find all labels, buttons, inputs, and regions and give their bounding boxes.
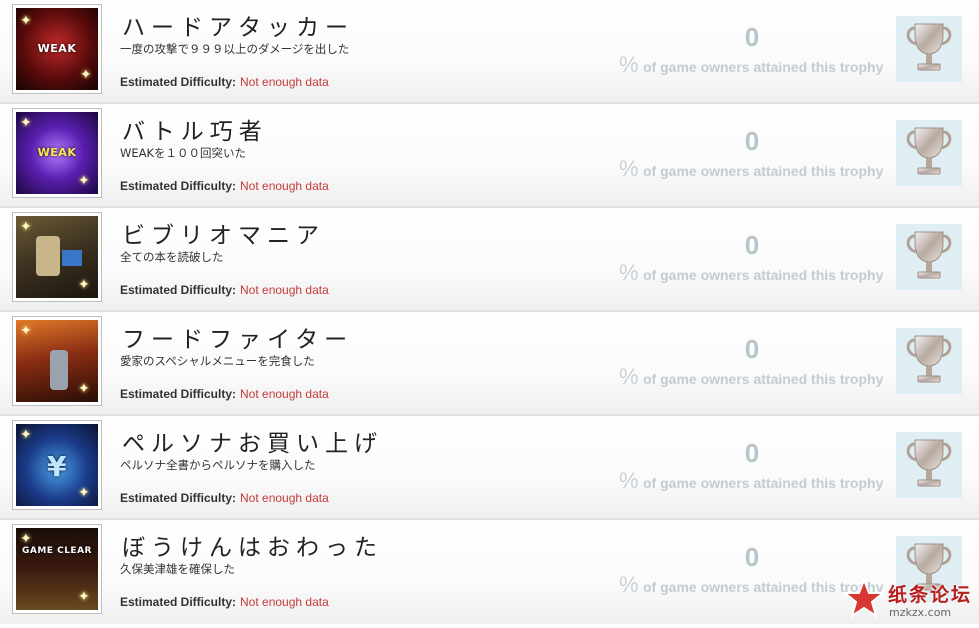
sparkle-icon: ✦ (78, 173, 90, 189)
trophy-description: ペルソナ全書からペルソナを購入した (120, 458, 316, 472)
sparkle-icon: ✦ (20, 219, 32, 235)
trophy-thumbnail: ✦ ✦ (12, 316, 102, 406)
estimated-difficulty: Estimated Difficulty: Not enough data (120, 283, 329, 297)
thumbnail-badge-text: GAME CLEAR (22, 546, 92, 556)
percent-sign: % (619, 572, 639, 597)
percent-sign: % (619, 364, 639, 389)
sparkle-icon: ✦ (20, 115, 32, 131)
sparkle-icon: ✦ (78, 277, 90, 293)
percent-sign: % (619, 156, 639, 181)
percent-text: of game owners attained this trophy (643, 267, 884, 283)
percent-text: of game owners attained this trophy (643, 371, 884, 387)
percent-sign: % (619, 468, 639, 493)
sparkle-icon: ✦ (20, 323, 32, 339)
percent-value: 0 (744, 126, 760, 156)
difficulty-value: Not enough data (240, 283, 329, 297)
sparkle-icon: ✦ (78, 381, 90, 397)
sparkle-icon: ✦ (20, 427, 32, 443)
watermark-text: 纸条论坛 (888, 584, 973, 606)
percent-sign: % (619, 52, 639, 77)
difficulty-value: Not enough data (240, 595, 329, 609)
estimated-difficulty: Estimated Difficulty: Not enough data (120, 75, 329, 89)
silver-trophy-icon (896, 432, 962, 498)
trophy-description: WEAKを１００回突いた (120, 146, 247, 160)
difficulty-label: Estimated Difficulty: (120, 179, 237, 193)
thumbnail-badge-text: ¥ (47, 450, 67, 483)
sparkle-icon: ✦ (20, 13, 32, 29)
trophy-row: WEAK ✦ ✦ ハードアタッカー 一度の攻撃で９９９以上のダメージを出した E… (0, 0, 979, 104)
trophy-description: 一度の攻撃で９９９以上のダメージを出した (120, 42, 350, 56)
percent-text: of game owners attained this trophy (643, 163, 884, 179)
silver-trophy-icon (896, 120, 962, 186)
trophy-row: ✦ ✦ フードファイター 愛家のスペシャルメニューを完食した Estimated… (0, 312, 979, 416)
trophy-thumbnail: ¥ ✦ ✦ (12, 420, 102, 510)
thumbnail-badge-text: WEAK (37, 42, 77, 55)
percent-value: 0 (744, 334, 760, 364)
trophy-thumbnail: GAME CLEAR ✦ ✦ (12, 524, 102, 614)
trophy-title: ペルソナお買い上げ (122, 431, 383, 457)
thumbnail-badge-text: WEAK (37, 146, 77, 159)
trophy-thumbnail: WEAK ✦ ✦ (12, 4, 102, 94)
sparkle-icon: ✦ (80, 67, 92, 83)
percent-value: 0 (744, 542, 760, 572)
difficulty-value: Not enough data (240, 75, 329, 89)
difficulty-value: Not enough data (240, 179, 329, 193)
difficulty-value: Not enough data (240, 387, 329, 401)
difficulty-label: Estimated Difficulty: (120, 75, 237, 89)
difficulty-label: Estimated Difficulty: (120, 283, 237, 297)
trophy-description: 愛家のスペシャルメニューを完食した (120, 354, 315, 368)
trophy-thumbnail: ✦ ✦ (12, 212, 102, 302)
sparkle-icon: ✦ (78, 485, 90, 501)
estimated-difficulty: Estimated Difficulty: Not enough data (120, 179, 329, 193)
thumbnail-scene (62, 250, 82, 266)
trophy-title: バトル巧者 (122, 119, 268, 145)
silver-trophy-icon (896, 16, 962, 82)
percent-text: of game owners attained this trophy (643, 475, 884, 491)
trophy-row: ✦ ✦ ビブリオマニア 全ての本を読破した Estimated Difficul… (0, 208, 979, 312)
thumbnail-scene (50, 350, 68, 390)
difficulty-value: Not enough data (240, 491, 329, 505)
difficulty-label: Estimated Difficulty: (120, 387, 237, 401)
trophy-row: GAME CLEAR ✦ ✦ ぼうけんはおわった 久保美津雄を確保した Esti… (0, 520, 979, 624)
trophy-description: 全ての本を読破した (120, 250, 224, 264)
estimated-difficulty: Estimated Difficulty: Not enough data (120, 387, 329, 401)
trophy-thumbnail: WEAK ✦ ✦ (12, 108, 102, 198)
trophy-description: 久保美津雄を確保した (120, 562, 235, 576)
estimated-difficulty: Estimated Difficulty: Not enough data (120, 595, 329, 609)
percent-sign: % (619, 260, 639, 285)
trophy-list: WEAK ✦ ✦ ハードアタッカー 一度の攻撃で９９９以上のダメージを出した E… (0, 0, 979, 624)
watermark-url: mzkzx.com (889, 606, 952, 619)
trophy-title: ぼうけんはおわった (122, 535, 383, 561)
percent-value: 0 (744, 22, 760, 52)
difficulty-label: Estimated Difficulty: (120, 491, 237, 505)
trophy-title: ビブリオマニア (122, 223, 325, 249)
thumbnail-scene (36, 236, 60, 276)
silver-trophy-icon (896, 224, 962, 290)
trophy-row: ¥ ✦ ✦ ペルソナお買い上げ ペルソナ全書からペルソナを購入した Estima… (0, 416, 979, 520)
sparkle-icon: ✦ (20, 531, 32, 547)
trophy-row: WEAK ✦ ✦ バトル巧者 WEAKを１００回突いた Estimated Di… (0, 104, 979, 208)
trophy-title: ハードアタッカー (122, 15, 354, 41)
difficulty-label: Estimated Difficulty: (120, 595, 237, 609)
sparkle-icon: ✦ (78, 589, 90, 605)
percent-value: 0 (744, 438, 760, 468)
estimated-difficulty: Estimated Difficulty: Not enough data (120, 491, 329, 505)
trophy-title: フードファイター (122, 327, 354, 353)
silver-trophy-icon (896, 328, 962, 394)
percent-text: of game owners attained this trophy (643, 59, 884, 75)
percent-value: 0 (744, 230, 760, 260)
